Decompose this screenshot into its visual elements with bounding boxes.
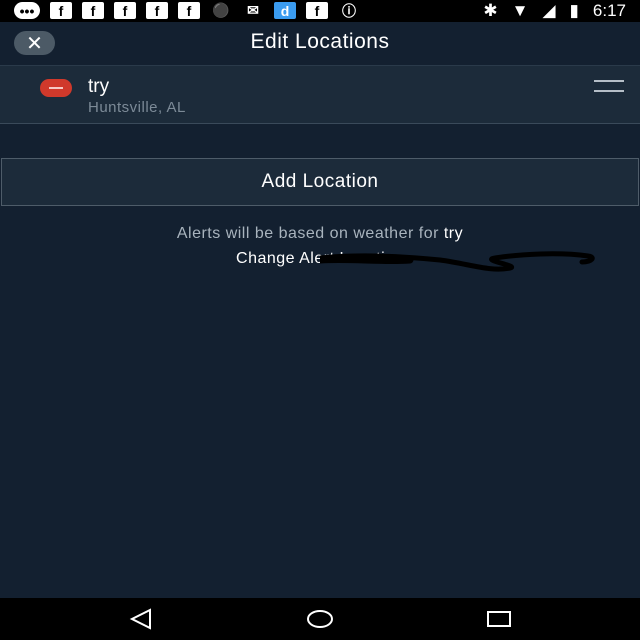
alert-prefix: Alerts will be based on weather for <box>176 225 444 242</box>
location-name: try <box>88 76 110 97</box>
add-location-button[interactable]: Add Location <box>1 158 639 206</box>
info-icon: ⓘ <box>342 2 356 19</box>
recents-icon[interactable] <box>486 607 512 631</box>
navigation-bar <box>0 598 640 640</box>
facebook-icon: f <box>146 2 168 19</box>
facebook-icon: f <box>50 2 72 19</box>
battery-icon: ▮ <box>569 1 579 20</box>
page-title: Edit Locations <box>250 30 390 53</box>
wifi-icon: ▼ <box>511 1 529 20</box>
back-icon[interactable] <box>128 607 154 631</box>
alert-info-text: Alerts will be based on weather for try <box>0 225 640 243</box>
location-subtitle: Huntsville, AL <box>88 99 186 116</box>
bluetooth-icon: ✱ <box>483 1 498 20</box>
remove-location-icon[interactable] <box>40 79 72 97</box>
signal-icon: ◢ <box>542 1 556 20</box>
dash-icon: d <box>274 2 296 19</box>
facebook-icon: f <box>114 2 136 19</box>
clock-time: 6:17 <box>592 1 626 20</box>
facebook-icon: f <box>306 2 328 19</box>
scribble-annotation <box>320 251 595 272</box>
alert-location: try <box>443 225 464 242</box>
drag-handle-icon[interactable] <box>594 80 624 92</box>
message-icon: ••• <box>14 2 40 19</box>
mail-icon: ✉ <box>247 2 259 18</box>
app-header: ✕ Edit Locations <box>0 22 640 65</box>
status-bar: ••• f f f f f ⚫ ✉ d f ⓘ ✱ ▼ ◢ ▮ 6:17 <box>0 0 640 22</box>
location-item[interactable]: try Huntsville, AL <box>0 65 640 124</box>
home-icon[interactable] <box>306 607 334 631</box>
facebook-icon: f <box>178 2 200 19</box>
facebook-icon: f <box>82 2 104 19</box>
lock-icon: ⚫ <box>212 2 230 18</box>
